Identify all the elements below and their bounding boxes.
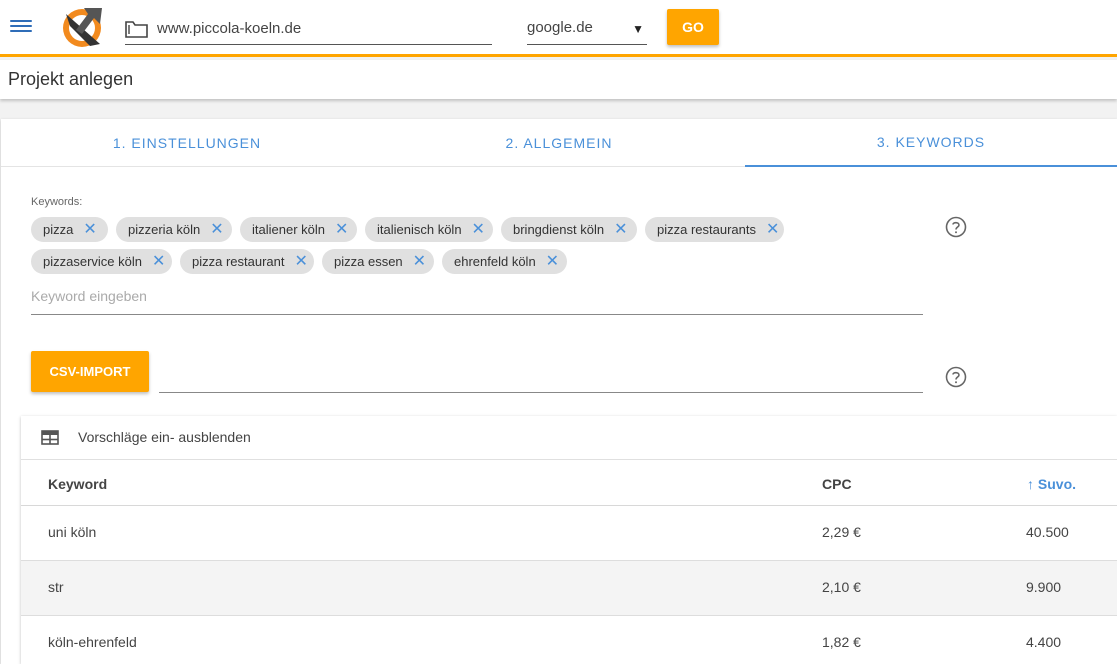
app-logo xyxy=(63,8,102,47)
keyword-chip: italiener köln ✕ xyxy=(240,217,357,242)
volume-cell: 4.400 xyxy=(1026,634,1062,650)
column-header-keyword[interactable]: Keyword xyxy=(48,476,107,492)
table-row[interactable]: köln-ehrenfeld 1,82 € 4.400 xyxy=(21,616,1117,664)
tab-keywords[interactable]: 3. KEYWORDS xyxy=(745,119,1117,167)
chip-label: ehrenfeld köln xyxy=(454,254,536,269)
volume-cell: 40.500 xyxy=(1026,524,1069,540)
search-engine-select[interactable]: google.de ▼ xyxy=(527,12,647,45)
keyword-chip: bringdienst köln ✕ xyxy=(501,217,637,242)
help-icon[interactable] xyxy=(945,216,967,238)
title-bar: Projekt anlegen xyxy=(0,60,1117,99)
close-icon[interactable]: ✕ xyxy=(766,221,779,238)
column-header-cpc[interactable]: CPC xyxy=(822,476,852,492)
table-row[interactable]: str 2,10 € 9.900 xyxy=(21,561,1117,616)
chip-label: pizza restaurant xyxy=(192,254,285,269)
chip-label: pizzeria köln xyxy=(128,222,201,237)
chip-label: pizza restaurants xyxy=(657,222,756,237)
close-icon[interactable]: ✕ xyxy=(546,253,559,270)
close-icon[interactable]: ✕ xyxy=(83,221,96,238)
keyword-input[interactable] xyxy=(31,282,923,310)
search-engine-value: google.de xyxy=(527,19,593,36)
keyword-chip: pizzaservice köln ✕ xyxy=(31,249,172,274)
close-icon[interactable]: ✕ xyxy=(614,221,627,238)
go-button[interactable]: GO xyxy=(667,9,719,45)
folder-icon xyxy=(125,21,148,38)
keyword-chip: italienisch köln ✕ xyxy=(365,217,493,242)
tab-bar: 1. EINSTELLUNGEN 2. ALLGEMEIN 3. KEYWORD… xyxy=(1,119,1117,167)
help-icon[interactable] xyxy=(945,366,967,388)
column-header-volume-label: Suvo. xyxy=(1037,476,1077,492)
keyword-chip: pizza essen ✕ xyxy=(322,249,434,274)
cpc-cell: 2,29 € xyxy=(822,524,861,540)
chip-label: italiener köln xyxy=(252,222,325,237)
arrow-up-icon: ↑ xyxy=(1027,476,1034,492)
chip-label: italienisch köln xyxy=(377,222,462,237)
cpc-cell: 1,82 € xyxy=(822,634,861,650)
volume-cell: 9.900 xyxy=(1026,579,1062,595)
close-icon[interactable]: ✕ xyxy=(295,253,308,270)
keyword-input-wrapper xyxy=(31,282,923,315)
keyword-cell: uni köln xyxy=(48,524,97,540)
dropdown-caret-icon: ▼ xyxy=(632,22,644,36)
page-title: Projekt anlegen xyxy=(8,69,134,89)
csv-file-field[interactable] xyxy=(159,359,923,393)
project-card: 1. EINSTELLUNGEN 2. ALLGEMEIN 3. KEYWORD… xyxy=(1,119,1117,664)
keyword-chip: pizza restaurant ✕ xyxy=(180,249,314,274)
keyword-cell: köln-ehrenfeld xyxy=(48,634,137,650)
keyword-chip: pizza restaurants ✕ xyxy=(645,217,784,242)
table-icon xyxy=(41,430,59,445)
keyword-chip: pizza ✕ xyxy=(31,217,108,242)
table-row[interactable]: uni köln 2,29 € 40.500 xyxy=(21,506,1117,561)
url-field-wrapper xyxy=(125,12,492,45)
keywords-label: Keywords: xyxy=(31,196,83,208)
chip-label: pizza xyxy=(43,222,74,237)
url-input[interactable] xyxy=(157,15,487,41)
close-icon[interactable]: ✕ xyxy=(210,221,223,238)
column-header-volume[interactable]: ↑ Suvo. xyxy=(1027,476,1076,492)
chip-label: pizzaservice köln xyxy=(43,254,142,269)
chip-label: bringdienst köln xyxy=(513,222,605,237)
chip-label: pizza essen xyxy=(334,254,403,269)
csv-import-button[interactable]: CSV-IMPORT xyxy=(31,351,149,392)
close-icon[interactable]: ✕ xyxy=(413,253,426,270)
tab-einstellungen[interactable]: 1. EINSTELLUNGEN xyxy=(1,119,373,167)
close-icon[interactable]: ✕ xyxy=(472,221,485,238)
close-icon[interactable]: ✕ xyxy=(335,221,348,238)
suggestions-toggle[interactable]: Vorschläge ein- ausblenden xyxy=(21,416,1117,460)
cpc-cell: 2,10 € xyxy=(822,579,861,595)
top-bar: google.de ▼ GO xyxy=(0,0,1117,57)
close-icon[interactable]: ✕ xyxy=(152,253,165,270)
suggestions-toggle-label: Vorschläge ein- ausblenden xyxy=(78,429,251,445)
menu-icon[interactable] xyxy=(10,17,32,35)
suggestions-panel: Vorschläge ein- ausblenden Keyword CPC ↑… xyxy=(21,416,1117,664)
keyword-cell: str xyxy=(48,579,64,595)
keyword-chip: ehrenfeld köln ✕ xyxy=(442,249,567,274)
tab-allgemein[interactable]: 2. ALLGEMEIN xyxy=(373,119,745,167)
keyword-chip: pizzeria köln ✕ xyxy=(116,217,232,242)
